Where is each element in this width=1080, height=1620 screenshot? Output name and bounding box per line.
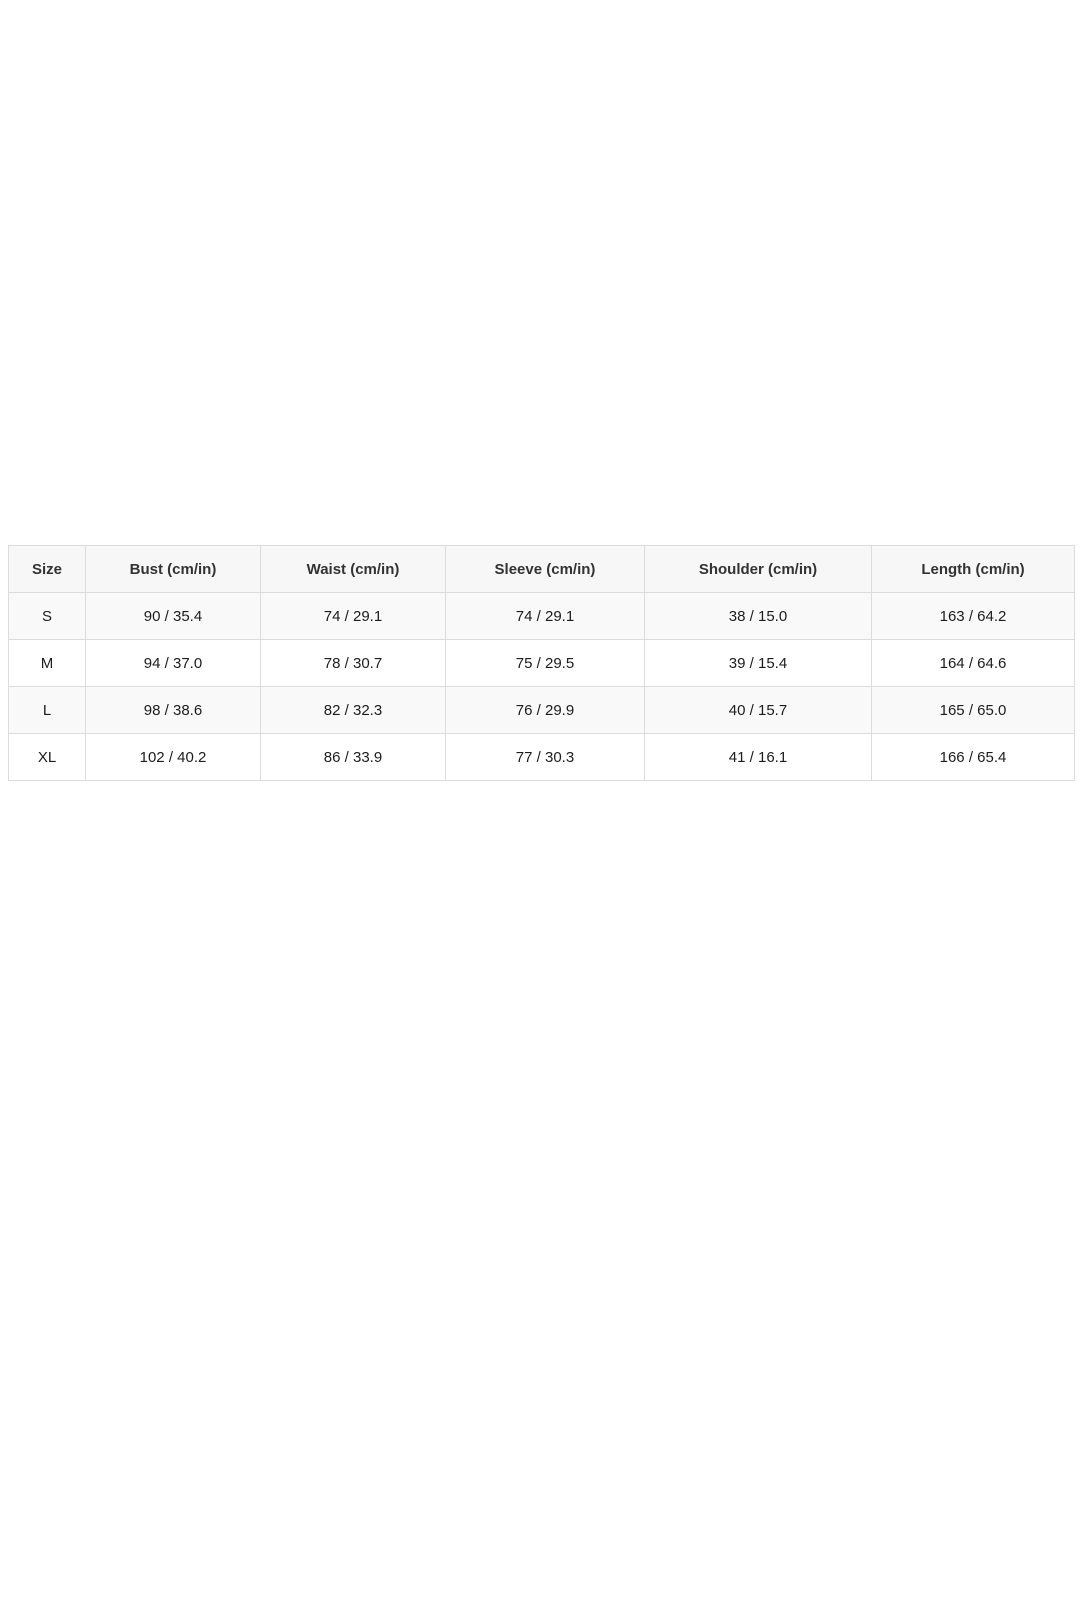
table-row: M 94 / 37.0 78 / 30.7 75 / 29.5 39 / 15.… bbox=[8, 639, 1075, 687]
cell-sleeve: 76 / 29.9 bbox=[445, 686, 645, 734]
header-sleeve: Sleeve (cm/in) bbox=[445, 545, 645, 593]
header-size: Size bbox=[8, 545, 86, 593]
cell-length: 163 / 64.2 bbox=[871, 592, 1075, 640]
table-row: XL 102 / 40.2 86 / 33.9 77 / 30.3 41 / 1… bbox=[8, 733, 1075, 781]
size-chart-table: Size Bust (cm/in) Waist (cm/in) Sleeve (… bbox=[8, 545, 1075, 781]
cell-bust: 90 / 35.4 bbox=[85, 592, 261, 640]
cell-bust: 98 / 38.6 bbox=[85, 686, 261, 734]
cell-sleeve: 75 / 29.5 bbox=[445, 639, 645, 687]
cell-bust: 94 / 37.0 bbox=[85, 639, 261, 687]
cell-size: L bbox=[8, 686, 86, 734]
header-shoulder: Shoulder (cm/in) bbox=[644, 545, 872, 593]
cell-sleeve: 74 / 29.1 bbox=[445, 592, 645, 640]
cell-shoulder: 40 / 15.7 bbox=[644, 686, 872, 734]
cell-sleeve: 77 / 30.3 bbox=[445, 733, 645, 781]
cell-shoulder: 38 / 15.0 bbox=[644, 592, 872, 640]
cell-shoulder: 41 / 16.1 bbox=[644, 733, 872, 781]
cell-length: 165 / 65.0 bbox=[871, 686, 1075, 734]
cell-waist: 82 / 32.3 bbox=[260, 686, 446, 734]
header-length: Length (cm/in) bbox=[871, 545, 1075, 593]
header-waist: Waist (cm/in) bbox=[260, 545, 446, 593]
cell-length: 166 / 65.4 bbox=[871, 733, 1075, 781]
header-bust: Bust (cm/in) bbox=[85, 545, 261, 593]
table-row: S 90 / 35.4 74 / 29.1 74 / 29.1 38 / 15.… bbox=[8, 592, 1075, 640]
cell-length: 164 / 64.6 bbox=[871, 639, 1075, 687]
table-row: L 98 / 38.6 82 / 32.3 76 / 29.9 40 / 15.… bbox=[8, 686, 1075, 734]
table-header-row: Size Bust (cm/in) Waist (cm/in) Sleeve (… bbox=[8, 545, 1075, 593]
cell-bust: 102 / 40.2 bbox=[85, 733, 261, 781]
cell-size: M bbox=[8, 639, 86, 687]
cell-waist: 78 / 30.7 bbox=[260, 639, 446, 687]
cell-shoulder: 39 / 15.4 bbox=[644, 639, 872, 687]
cell-waist: 74 / 29.1 bbox=[260, 592, 446, 640]
cell-size: XL bbox=[8, 733, 86, 781]
cell-size: S bbox=[8, 592, 86, 640]
cell-waist: 86 / 33.9 bbox=[260, 733, 446, 781]
